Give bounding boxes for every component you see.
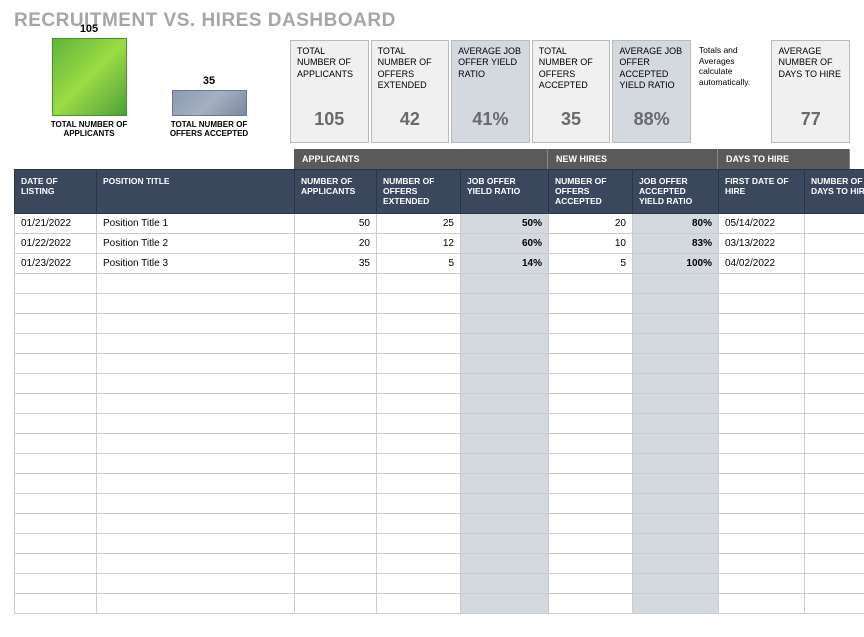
cell-yield[interactable]: 50%	[461, 214, 549, 234]
table-row-empty[interactable]	[15, 494, 864, 514]
table-row-empty[interactable]	[15, 294, 864, 314]
kpi-card: Totals and Averages calculate automatica…	[693, 40, 770, 143]
table-row-empty[interactable]	[15, 394, 864, 414]
cell-position[interactable]: Position Title 1	[97, 214, 295, 234]
kpi-value: 77	[772, 99, 849, 142]
cell-days-hire[interactable]: 113	[805, 214, 864, 234]
table-row-empty[interactable]	[15, 414, 864, 434]
cell-date[interactable]: 01/21/2022	[15, 214, 97, 234]
cell-date[interactable]: 01/23/2022	[15, 254, 97, 274]
kpi-label: TOTAL NUMBER OF OFFERS ACCEPTED	[533, 41, 610, 99]
bar-applicants: 105 TOTAL NUMBER OF APPLICANTS	[44, 23, 134, 139]
kpi-label: Totals and Averages calculate automatica…	[693, 40, 770, 98]
table-row-empty[interactable]	[15, 454, 864, 474]
section-tabs: APPLICANTS NEW HIRES DAYS TO HIRE	[14, 149, 850, 169]
bar-accepted: 35 TOTAL NUMBER OF OFFERS ACCEPTED	[164, 75, 254, 139]
kpi-card: AVERAGE NUMBER OF DAYS TO HIRE77	[771, 40, 850, 143]
table-row-empty[interactable]	[15, 274, 864, 294]
kpi-label: AVERAGE NUMBER OF DAYS TO HIRE	[772, 41, 849, 99]
cell-days-hire[interactable]: 50	[805, 234, 864, 254]
table-row-empty[interactable]	[15, 374, 864, 394]
cell-offers-ext[interactable]: 25	[377, 214, 461, 234]
cell-days-hire[interactable]: 69	[805, 254, 864, 274]
table-row-empty[interactable]	[15, 574, 864, 594]
col-first-date: FIRST DATE OF HIRE	[719, 170, 805, 214]
cell-offers-ext[interactable]: 5	[377, 254, 461, 274]
cell-offers-acc[interactable]: 20	[549, 214, 633, 234]
table-row-empty[interactable]	[15, 554, 864, 574]
kpi-card: TOTAL NUMBER OF OFFERS EXTENDED42	[371, 40, 450, 143]
table-row-empty[interactable]	[15, 334, 864, 354]
kpi-label: AVERAGE JOB OFFER YIELD RATIO	[452, 41, 529, 99]
cell-acc-yield[interactable]: 80%	[633, 214, 719, 234]
kpi-label: TOTAL NUMBER OF OFFERS EXTENDED	[372, 41, 449, 99]
col-offers-accepted: NUMBER OF OFFERS ACCEPTED	[549, 170, 633, 214]
summary-chart: 105 TOTAL NUMBER OF APPLICANTS 35 TOTAL …	[14, 40, 284, 143]
tab-new-hires: NEW HIRES	[548, 149, 718, 169]
col-date: DATE OF LISTING	[15, 170, 97, 214]
page-title: RECRUITMENT VS. HIRES DASHBOARD	[14, 10, 850, 32]
cell-acc-yield[interactable]: 83%	[633, 234, 719, 254]
kpi-value: 88%	[613, 99, 690, 142]
cell-first-date[interactable]: 03/13/2022	[719, 234, 805, 254]
table-row-empty[interactable]	[15, 534, 864, 554]
table-row[interactable]: 01/23/2022Position Title 335514%5100%04/…	[15, 254, 864, 274]
cell-position[interactable]: Position Title 2	[97, 234, 295, 254]
kpi-card: AVERAGE JOB OFFER YIELD RATIO41%	[451, 40, 530, 143]
table-body: 01/21/2022Position Title 1502550%2080%05…	[15, 214, 864, 614]
col-offers-extended: NUMBER OF OFFERS EXTENDED	[377, 170, 461, 214]
kpi-card: TOTAL NUMBER OF OFFERS ACCEPTED35	[532, 40, 611, 143]
bar-rect	[52, 38, 127, 116]
kpi-value: 41%	[452, 99, 529, 142]
cell-acc-yield[interactable]: 100%	[633, 254, 719, 274]
col-days-hire: NUMBER OF DAYS TO HIRE	[805, 170, 864, 214]
bar-value: 105	[80, 23, 98, 35]
cell-first-date[interactable]: 05/14/2022	[719, 214, 805, 234]
kpi-value: 105	[291, 99, 368, 142]
bar-value: 35	[203, 75, 215, 87]
table-row-empty[interactable]	[15, 474, 864, 494]
cell-num-app[interactable]: 20	[295, 234, 377, 254]
cell-yield[interactable]: 14%	[461, 254, 549, 274]
cell-date[interactable]: 01/22/2022	[15, 234, 97, 254]
kpi-card: TOTAL NUMBER OF APPLICANTS105	[290, 40, 369, 143]
top-row: 105 TOTAL NUMBER OF APPLICANTS 35 TOTAL …	[14, 40, 850, 143]
bar-rect	[172, 90, 247, 116]
cell-offers-acc[interactable]: 10	[549, 234, 633, 254]
cell-num-app[interactable]: 35	[295, 254, 377, 274]
bar-label: TOTAL NUMBER OF OFFERS ACCEPTED	[164, 120, 254, 139]
table-row-empty[interactable]	[15, 594, 864, 614]
kpi-row: TOTAL NUMBER OF APPLICANTS105TOTAL NUMBE…	[290, 40, 850, 143]
col-num-applicants: NUMBER OF APPLICANTS	[295, 170, 377, 214]
table-row-empty[interactable]	[15, 514, 864, 534]
kpi-label: AVERAGE JOB OFFER ACCEPTED YIELD RATIO	[613, 41, 690, 99]
kpi-value: 35	[533, 99, 610, 142]
bar-label: TOTAL NUMBER OF APPLICANTS	[44, 120, 134, 139]
cell-offers-acc[interactable]: 5	[549, 254, 633, 274]
kpi-value: 42	[372, 99, 449, 142]
table-row-empty[interactable]	[15, 314, 864, 334]
cell-num-app[interactable]: 50	[295, 214, 377, 234]
cell-offers-ext[interactable]: 12	[377, 234, 461, 254]
kpi-card: AVERAGE JOB OFFER ACCEPTED YIELD RATIO88…	[612, 40, 691, 143]
cell-position[interactable]: Position Title 3	[97, 254, 295, 274]
kpi-label: TOTAL NUMBER OF APPLICANTS	[291, 41, 368, 99]
tab-applicants: APPLICANTS	[294, 149, 548, 169]
cell-first-date[interactable]: 04/02/2022	[719, 254, 805, 274]
data-table: DATE OF LISTING POSITION TITLE NUMBER OF…	[14, 169, 864, 614]
cell-yield[interactable]: 60%	[461, 234, 549, 254]
col-position: POSITION TITLE	[97, 170, 295, 214]
table-row[interactable]: 01/21/2022Position Title 1502550%2080%05…	[15, 214, 864, 234]
table-row-empty[interactable]	[15, 434, 864, 454]
kpi-value	[693, 98, 770, 120]
dashboard-page: RECRUITMENT VS. HIRES DASHBOARD 105 TOTA…	[0, 0, 864, 624]
col-yield-ratio: JOB OFFER YIELD RATIO	[461, 170, 549, 214]
col-accepted-yield: JOB OFFER ACCEPTED YIELD RATIO	[633, 170, 719, 214]
header-row: DATE OF LISTING POSITION TITLE NUMBER OF…	[15, 170, 864, 214]
table-row-empty[interactable]	[15, 354, 864, 374]
table-row[interactable]: 01/22/2022Position Title 2201260%1083%03…	[15, 234, 864, 254]
tab-days-to-hire: DAYS TO HIRE	[718, 149, 850, 169]
